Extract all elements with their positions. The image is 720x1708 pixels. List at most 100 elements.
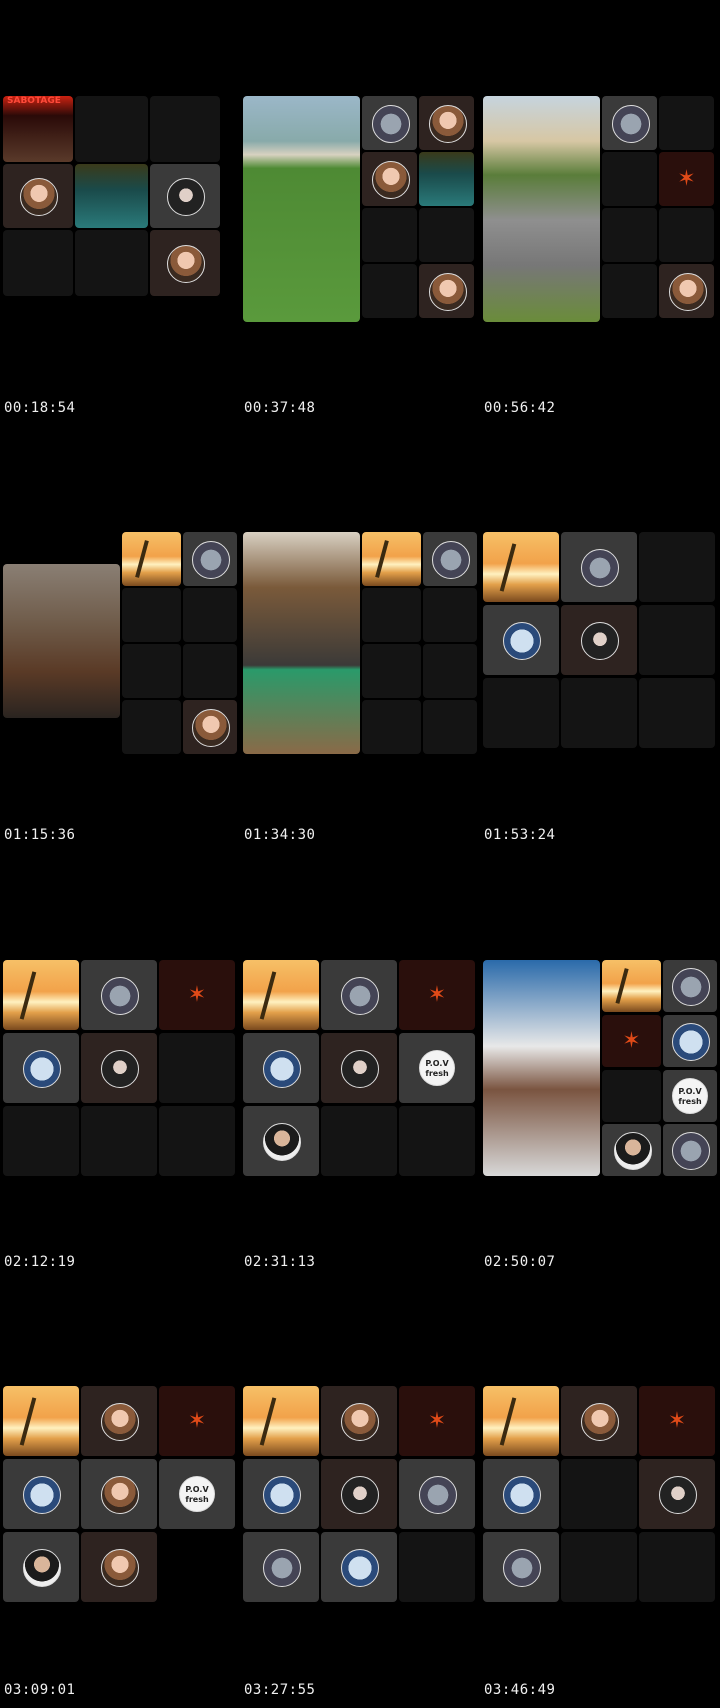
video-tile-participant	[81, 960, 157, 1030]
avatar	[167, 178, 205, 216]
video-tile-participant	[483, 1532, 559, 1602]
video-tile-empty	[423, 700, 477, 754]
thumbnail-frame-8[interactable]: ✶ P.O.V fresh	[243, 960, 477, 1180]
video-tile-empty	[183, 644, 237, 698]
video-tile-palm	[483, 1386, 559, 1456]
video-tile-portrait	[3, 564, 120, 718]
video-tile-empty	[483, 678, 559, 748]
video-tile-maple: ✶	[159, 960, 235, 1030]
video-tile-participant	[3, 1033, 79, 1103]
thumbnail-frame-3[interactable]: ✶	[483, 96, 717, 322]
avatar	[101, 1050, 139, 1088]
thumbnail-frame-1[interactable]: SABOTAGE	[3, 96, 237, 316]
video-tile-maple: ✶	[602, 1015, 661, 1067]
avatar	[167, 245, 205, 283]
video-tile-participant	[419, 264, 474, 318]
maple-leaf-icon: ✶	[622, 1028, 641, 1054]
video-tile-participant	[663, 1124, 717, 1176]
video-tile-empty	[321, 1106, 397, 1176]
video-tile-speaker	[483, 960, 600, 1176]
timestamp-label: 03:46:49	[484, 1682, 556, 1698]
avatar	[371, 161, 410, 199]
video-tile-palm	[3, 960, 79, 1030]
video-tile-participant	[321, 1532, 397, 1602]
thumbnail-frame-12[interactable]: ✶	[483, 1386, 717, 1606]
thumbnail-frame-2[interactable]	[243, 96, 477, 322]
video-tile-participant	[362, 152, 417, 206]
thumbnail-frame-6[interactable]	[483, 532, 717, 752]
timestamp-label: 03:09:01	[4, 1682, 76, 1698]
avatar	[581, 1403, 619, 1441]
avatar	[263, 1123, 301, 1161]
timestamp-label: 02:50:07	[484, 1254, 556, 1270]
video-tile-participant	[663, 960, 717, 1012]
video-tile-participant	[321, 1459, 397, 1529]
avatar	[428, 105, 467, 143]
video-tile-empty	[602, 208, 657, 262]
video-tile-participant	[639, 1459, 715, 1529]
thumbnail-frame-5[interactable]	[243, 532, 477, 754]
avatar	[581, 622, 619, 660]
avatar	[668, 273, 707, 311]
avatar	[371, 105, 410, 143]
video-tile-empty	[159, 1033, 235, 1103]
sabotage-title: SABOTAGE	[7, 96, 61, 106]
video-tile-participant	[81, 1033, 157, 1103]
avatar	[23, 1050, 61, 1088]
thumbnail-frame-11[interactable]: ✶	[243, 1386, 477, 1606]
video-tile-palm	[122, 532, 181, 586]
thumbnail-frame-7[interactable]: ✶	[3, 960, 237, 1180]
video-tile-pov: P.O.V fresh	[159, 1459, 235, 1529]
timestamp-label: 03:27:55	[244, 1682, 316, 1698]
video-tile-empty	[423, 588, 477, 642]
timestamp-label: 01:15:36	[4, 827, 76, 843]
avatar	[613, 1132, 652, 1170]
video-tile-empty	[122, 700, 181, 754]
video-tile-empty	[561, 678, 637, 748]
thumbnail-frame-9[interactable]: ✶ P.O.V fresh	[483, 960, 717, 1180]
avatar	[672, 1023, 710, 1061]
timestamp-label: 02:12:19	[4, 1254, 76, 1270]
thumbnail-frame-4[interactable]	[3, 532, 237, 754]
video-tile-palm	[243, 960, 319, 1030]
video-tile-maple: ✶	[399, 960, 475, 1030]
video-tile-participant	[659, 264, 714, 318]
video-tile-empty	[150, 96, 220, 162]
avatar	[263, 1549, 301, 1587]
video-tile-participant	[183, 532, 237, 586]
video-tile-empty	[602, 264, 657, 318]
thumbnail-frame-10[interactable]: ✶ P.O.V fresh	[3, 1386, 237, 1606]
avatar	[263, 1050, 301, 1088]
video-tile-empty	[419, 208, 474, 262]
timestamp-label: 00:37:48	[244, 400, 316, 416]
video-tile-participant	[3, 164, 73, 228]
video-tile-participant	[561, 1386, 637, 1456]
video-tile-street	[483, 96, 600, 322]
video-tile-empty	[399, 1532, 475, 1602]
video-tile-participant	[483, 1459, 559, 1529]
maple-leaf-icon: ✶	[427, 982, 447, 1008]
video-tile-palm	[3, 1386, 79, 1456]
video-tile-empty	[81, 1106, 157, 1176]
video-tile-participant	[3, 1459, 79, 1529]
pov-fresh-logo: P.O.V fresh	[672, 1078, 708, 1114]
video-tile-participant	[663, 1015, 717, 1067]
video-tile-grass	[243, 96, 360, 322]
video-tile-empty	[122, 588, 181, 642]
video-tile-participant	[419, 96, 474, 150]
avatar	[101, 977, 139, 1015]
video-tile-pov: P.O.V fresh	[399, 1033, 475, 1103]
avatar	[419, 1476, 457, 1514]
video-tile-participant	[483, 605, 559, 675]
avatar	[581, 549, 619, 587]
timestamp-label: 01:34:30	[244, 827, 316, 843]
video-tile-kitchen	[243, 532, 360, 754]
video-tile-empty	[362, 700, 421, 754]
video-tile-palm	[483, 532, 559, 602]
avatar	[341, 1403, 379, 1441]
avatar	[672, 1132, 710, 1170]
avatar	[341, 1050, 379, 1088]
pov-fresh-logo: P.O.V fresh	[419, 1050, 455, 1086]
avatar	[503, 1476, 541, 1514]
avatar	[503, 1549, 541, 1587]
